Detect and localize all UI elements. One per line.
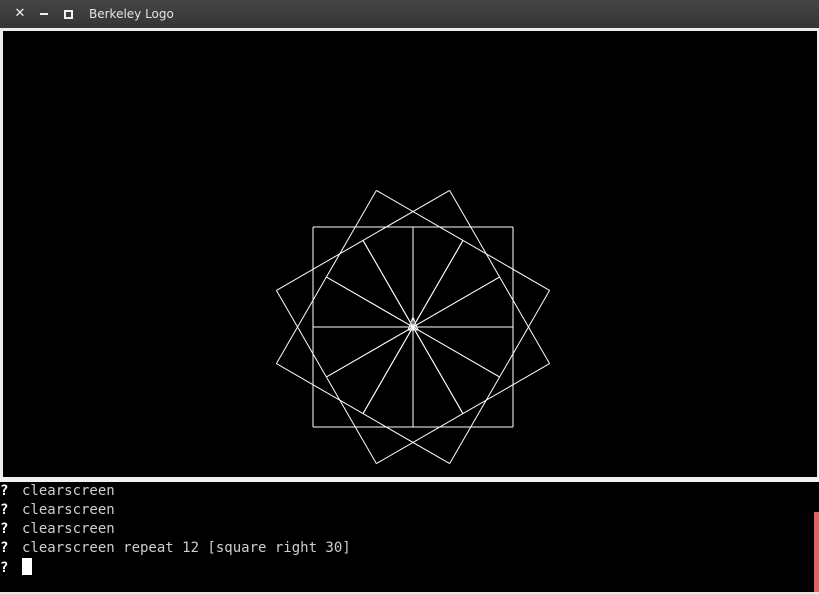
turtle-line-segment bbox=[276, 363, 364, 415]
turtle-line-segment bbox=[362, 326, 414, 414]
turtle-line-segment bbox=[276, 239, 364, 291]
console-history-line: ? clearscreen repeat 12 [square right 30] bbox=[0, 539, 351, 558]
console-input-line[interactable]: ? bbox=[0, 558, 32, 577]
maximize-icon bbox=[64, 10, 73, 19]
console-scrollbar-thumb[interactable] bbox=[814, 512, 819, 592]
turtle-line-segment bbox=[362, 189, 450, 241]
turtle-line-segment bbox=[376, 189, 464, 241]
turtle-line-segment bbox=[376, 413, 464, 465]
turtle-line-segment bbox=[362, 413, 450, 465]
console-history-line: ? clearscreen bbox=[0, 520, 115, 539]
prompt-symbol: ? bbox=[0, 502, 9, 518]
turtle-line-segment bbox=[275, 276, 327, 364]
close-icon: ✕ bbox=[14, 6, 26, 21]
turtle-line-segment bbox=[412, 276, 500, 328]
command-text: clearscreen bbox=[22, 521, 115, 537]
command-console[interactable]: ? clearscreen? clearscreen? clearscreen? cle… bbox=[0, 482, 813, 592]
title-bar[interactable]: ✕ Berkeley Logo bbox=[0, 0, 819, 28]
turtle-line-segment bbox=[499, 290, 551, 378]
turtle-line-segment bbox=[275, 290, 327, 378]
logo-window: ✕ Berkeley Logo ? clearscreen? clearscreen… bbox=[0, 0, 819, 594]
text-cursor bbox=[22, 558, 32, 575]
prompt-symbol: ? bbox=[0, 540, 9, 556]
minimize-button[interactable] bbox=[35, 5, 53, 23]
turtle-line-segment bbox=[449, 190, 501, 278]
turtle-line-segment bbox=[412, 240, 464, 328]
command-text: clearscreen repeat 12 [square right 30] bbox=[22, 540, 351, 556]
console-history-line: ? clearscreen bbox=[0, 482, 115, 501]
turtle-line-segment bbox=[326, 326, 414, 378]
close-button[interactable]: ✕ bbox=[11, 5, 29, 23]
window-title: Berkeley Logo bbox=[89, 7, 174, 21]
turtle-drawing bbox=[275, 189, 551, 465]
turtle-line-segment bbox=[462, 239, 550, 291]
turtle-line-segment bbox=[362, 240, 414, 328]
minimize-icon bbox=[40, 13, 48, 15]
prompt-symbol: ? bbox=[0, 521, 9, 537]
turtle-line-segment bbox=[499, 276, 551, 364]
turtle-line-segment bbox=[325, 376, 377, 464]
console-history-line: ? clearscreen bbox=[0, 501, 115, 520]
input-prompt-symbol: ? bbox=[0, 560, 9, 576]
maximize-button[interactable] bbox=[59, 5, 77, 23]
turtle-line-segment bbox=[412, 326, 464, 414]
turtle-line-segment bbox=[325, 190, 377, 278]
turtle-line-segment bbox=[412, 326, 500, 378]
turtle-line-segment bbox=[449, 376, 501, 464]
prompt-symbol: ? bbox=[0, 483, 9, 499]
console-scrollbar[interactable] bbox=[813, 482, 819, 592]
command-text: clearscreen bbox=[22, 483, 115, 499]
turtle-line-segment bbox=[462, 363, 550, 415]
turtle-line-segment bbox=[326, 276, 414, 328]
command-text: clearscreen bbox=[22, 502, 115, 518]
graphics-canvas[interactable] bbox=[3, 31, 817, 477]
